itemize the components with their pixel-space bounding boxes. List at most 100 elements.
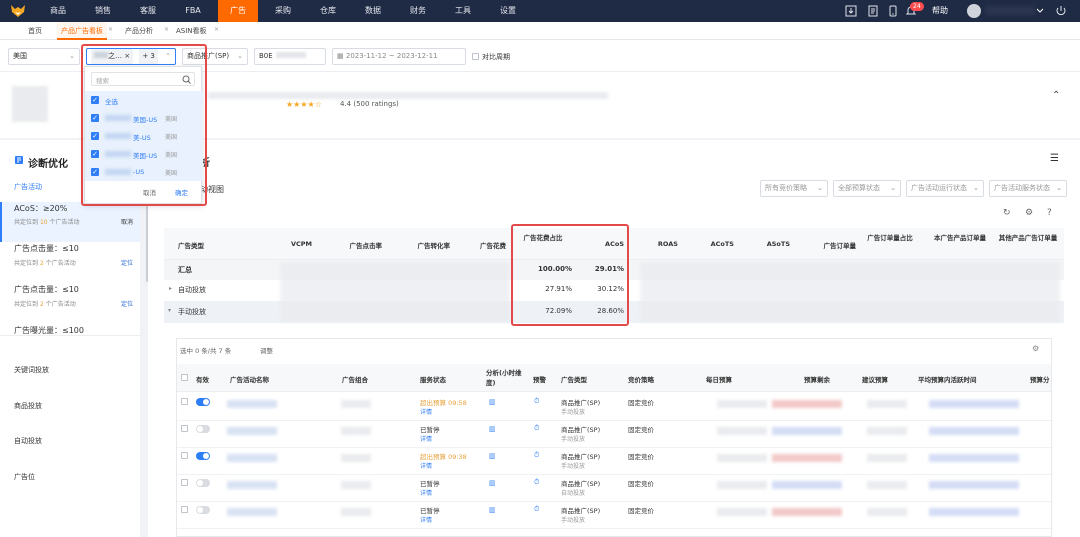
table-row[interactable]: 已暂停 详情 ▥ ⏱ 商品推广(SP) 手动投放 固定竞价 xyxy=(177,421,1051,448)
run-status-filter[interactable]: 广告活动运行状态 ⌄ xyxy=(906,180,984,197)
sidebar-link-keyword[interactable]: 关键词投放 xyxy=(14,365,49,375)
table-row[interactable]: 已暂停 详情 ▥ ⏱ 商品推广(SP) 手动投放 固定竞价 xyxy=(177,502,1051,529)
bar-chart-icon[interactable]: ▥ xyxy=(489,506,496,514)
refresh-icon[interactable]: ↻ xyxy=(1003,208,1011,218)
fox-logo-icon[interactable] xyxy=(10,3,26,19)
adjust-button[interactable]: 调整 xyxy=(260,345,273,355)
close-tab-icon[interactable]: × xyxy=(214,26,219,33)
nav-item-warehouse[interactable]: 仓库 xyxy=(313,0,343,22)
campaign-name-redacted[interactable] xyxy=(227,481,277,489)
enable-toggle[interactable] xyxy=(196,425,210,433)
detail-link[interactable]: 详情 xyxy=(420,407,432,416)
nav-item-data[interactable]: 数据 xyxy=(358,0,388,22)
table-row[interactable]: 超出预算 09:38 详情 ▥ ⏱ 商品推广(SP) 手动投放 固定竞价 xyxy=(177,448,1051,475)
close-tab-icon[interactable]: × xyxy=(108,26,113,33)
sidebar-item-clicks[interactable]: 广告点击量：≤10 xyxy=(14,243,79,254)
country-select[interactable]: 美国 ⌄ xyxy=(8,48,80,65)
sidebar-item-acos[interactable]: ACoS：≥20% xyxy=(14,203,67,214)
alarm-icon[interactable]: ⏱ xyxy=(534,424,539,433)
logout-icon[interactable] xyxy=(1055,5,1067,17)
alarm-icon[interactable]: ⏱ xyxy=(534,478,539,487)
nav-item-settings[interactable]: 设置 xyxy=(493,0,523,22)
sidebar-item-impressions[interactable]: 广告曝光量：≤100 xyxy=(14,325,84,336)
alarm-icon[interactable]: ⏱ xyxy=(534,397,539,406)
nav-item-sales[interactable]: 销售 xyxy=(88,0,118,22)
locate-button[interactable]: 定位 xyxy=(121,258,133,267)
campaign-name-redacted[interactable] xyxy=(227,454,277,462)
table-row[interactable]: 超出预算 09:58 详情 ▥ ⏱ 商品推广(SP) 手动投放 固定竞价 xyxy=(177,394,1051,421)
sidebar-link-product[interactable]: 商品投放 xyxy=(14,401,42,411)
portfolio-redacted xyxy=(341,508,371,516)
settings-icon[interactable]: ⚙ xyxy=(1025,208,1033,218)
asin-select[interactable]: B0E xyxy=(254,48,326,65)
avatar[interactable] xyxy=(967,4,981,18)
calendar-icon: ▦ xyxy=(337,52,344,60)
row-checkbox[interactable] xyxy=(181,452,188,459)
nav-item-finance[interactable]: 财务 xyxy=(403,0,433,22)
nav-item-products[interactable]: 商品 xyxy=(44,0,72,22)
tab-home[interactable]: 首页 xyxy=(28,22,42,40)
help-icon[interactable]: ? xyxy=(1047,208,1052,218)
sidebar-item-clicks-2[interactable]: 广告点击量：≤10 xyxy=(14,284,79,295)
select-all-checkbox[interactable] xyxy=(181,374,188,381)
enable-toggle[interactable] xyxy=(196,479,210,487)
budget-status-filter[interactable]: 全部预算状态 ⌄ xyxy=(833,180,901,197)
alarm-icon[interactable]: ⏱ xyxy=(534,451,539,460)
tab-product-analysis[interactable]: 产品分析 xyxy=(125,22,153,40)
date-separator: ~ xyxy=(388,52,395,60)
cancel-locate-button[interactable]: 取消 xyxy=(121,217,133,226)
row-checkbox[interactable] xyxy=(181,506,188,513)
nav-item-fba[interactable]: FBA xyxy=(178,0,208,22)
column-settings-icon[interactable]: ⚙ xyxy=(1032,344,1039,353)
nav-item-purchase[interactable]: 采购 xyxy=(268,0,298,22)
detail-link[interactable]: 详情 xyxy=(420,461,432,470)
enable-toggle[interactable] xyxy=(196,398,210,406)
alarm-icon[interactable]: ⏱ xyxy=(534,505,539,514)
phone-icon[interactable] xyxy=(887,5,899,17)
help-link[interactable]: 帮助 xyxy=(932,0,948,22)
bar-chart-icon[interactable]: ▥ xyxy=(489,452,496,460)
campaign-name-redacted[interactable] xyxy=(227,400,277,408)
row-checkbox[interactable] xyxy=(181,398,188,405)
detail-link[interactable]: 详情 xyxy=(420,488,432,497)
locate-button[interactable]: 定位 xyxy=(121,299,133,308)
row-auto-type[interactable]: 自动投放 xyxy=(178,285,206,295)
list-settings-icon[interactable]: ☰ xyxy=(1050,153,1059,164)
row-checkbox[interactable] xyxy=(181,425,188,432)
service-status: 已暂停 xyxy=(420,507,440,515)
campaign-name-redacted[interactable] xyxy=(227,508,277,516)
enable-toggle[interactable] xyxy=(196,452,210,460)
collapse-icon[interactable]: ⌃ xyxy=(1052,90,1060,101)
bid-strategy-filter[interactable]: 所有竞价策略 ⌄ xyxy=(760,180,828,197)
enable-toggle[interactable] xyxy=(196,506,210,514)
bar-chart-icon[interactable]: ▥ xyxy=(489,398,496,406)
sidebar-link-auto[interactable]: 自动投放 xyxy=(14,436,42,446)
campaign-name-redacted[interactable] xyxy=(227,427,277,435)
detail-link[interactable]: 详情 xyxy=(420,515,432,524)
detail-link[interactable]: 详情 xyxy=(420,434,432,443)
chevron-down-icon[interactable] xyxy=(1036,6,1044,16)
date-range-picker[interactable]: ▦ 2023-11-12 ~ 2023-12-11 xyxy=(332,48,466,65)
table-row[interactable]: 已暂停 详情 ▥ ⏱ 商品推广(SP) 自动投放 固定竞价 xyxy=(177,475,1051,502)
collapse-row-icon[interactable]: ▾ xyxy=(168,307,171,314)
compare-period-checkbox[interactable] xyxy=(472,53,479,60)
tab-asin-board[interactable]: ASIN看板 xyxy=(176,22,207,40)
tab-product-ad-board[interactable]: 产品广告看板 xyxy=(57,22,107,40)
document-icon[interactable] xyxy=(867,5,879,17)
row-checkbox[interactable] xyxy=(181,479,188,486)
bar-chart-icon[interactable]: ▥ xyxy=(489,425,496,433)
close-tab-icon[interactable]: × xyxy=(164,26,169,33)
expand-icon[interactable]: ▸ xyxy=(169,285,172,292)
sidebar-link-placement[interactable]: 广告位 xyxy=(14,472,35,482)
nav-item-ads[interactable]: 广告 xyxy=(218,0,258,22)
row-manual-type[interactable]: 手动投放 xyxy=(178,307,206,317)
username-redacted xyxy=(985,6,1035,15)
download-icon[interactable] xyxy=(845,5,857,17)
row-total-type: 汇总 xyxy=(178,266,192,274)
service-status-filter[interactable]: 广告活动服务状态 ⌄ xyxy=(989,180,1067,197)
nav-item-service[interactable]: 客服 xyxy=(133,0,163,22)
col-acots: ACoTS xyxy=(710,240,734,248)
daily-budget-redacted xyxy=(717,454,767,462)
nav-item-tools[interactable]: 工具 xyxy=(448,0,478,22)
bar-chart-icon[interactable]: ▥ xyxy=(489,479,496,487)
